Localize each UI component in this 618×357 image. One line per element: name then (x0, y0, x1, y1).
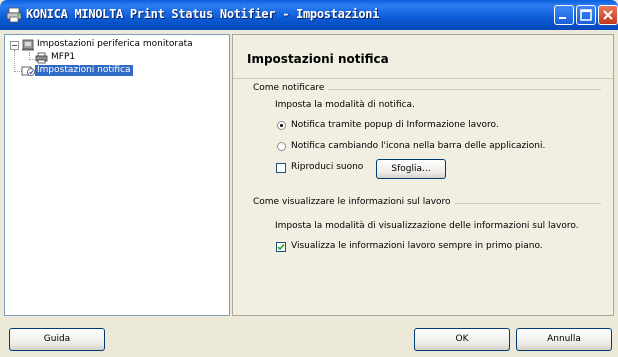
always-on-top-label[interactable]: Visualizza le informazioni lavoro sempre… (291, 241, 543, 251)
monitor-device-icon (22, 39, 34, 51)
dialog-button-bar: Guida OK Annulla (0, 322, 618, 357)
settings-panel: Impostazioni notifica Come notificare Im… (232, 34, 614, 316)
minimize-button[interactable] (554, 5, 574, 25)
ok-button[interactable]: OK (414, 328, 510, 351)
play-sound-label[interactable]: Riproduci suono (291, 162, 363, 172)
play-sound-checkbox[interactable] (276, 163, 286, 173)
popup-notification-radio[interactable] (277, 121, 286, 130)
collapse-expander[interactable]: − (10, 41, 19, 50)
title-divider (233, 78, 613, 79)
checkmark-icon (277, 243, 285, 251)
notification-settings-icon (21, 66, 35, 76)
notify-description: Imposta la modalità di notifica. (275, 100, 415, 110)
cancel-button[interactable]: Annulla (516, 328, 612, 351)
always-on-top-checkbox[interactable] (276, 242, 286, 252)
popup-notification-label[interactable]: Notifica tramite popup di Informazione l… (291, 120, 499, 130)
display-group-title: Come visualizzare le informazioni sul la… (253, 197, 455, 207)
window-title: KONICA MINOLTA Print Status Notifier - I… (26, 7, 380, 21)
maximize-button[interactable] (576, 5, 596, 25)
display-description: Imposta la modalità di visualizzazione d… (275, 221, 579, 231)
notify-group-title: Come notificare (253, 83, 329, 93)
tree-connector (14, 50, 15, 72)
close-icon (603, 10, 613, 20)
printer-icon (35, 52, 48, 64)
settings-tree[interactable]: − Impostazioni periferica monitorata MFP… (4, 34, 230, 316)
tree-item-mfp1[interactable]: MFP1 (51, 52, 75, 63)
maximize-icon (580, 9, 592, 21)
taskbar-icon-notification-radio[interactable] (277, 142, 286, 151)
taskbar-icon-notification-label[interactable]: Notifica cambiando l'icona nella barra d… (291, 141, 545, 151)
title-bar: KONICA MINOLTA Print Status Notifier - I… (0, 0, 618, 30)
close-button[interactable] (598, 5, 618, 25)
browse-sound-button[interactable]: Sfoglia... (376, 159, 446, 179)
printer-app-icon (6, 7, 22, 23)
tree-item-monitored-device-settings[interactable]: Impostazioni periferica monitorata (37, 39, 193, 50)
minimize-icon (559, 17, 566, 19)
page-title: Impostazioni notifica (247, 52, 389, 66)
tree-item-notification-settings[interactable]: Impostazioni notifica (35, 65, 133, 76)
help-button[interactable]: Guida (9, 328, 105, 351)
